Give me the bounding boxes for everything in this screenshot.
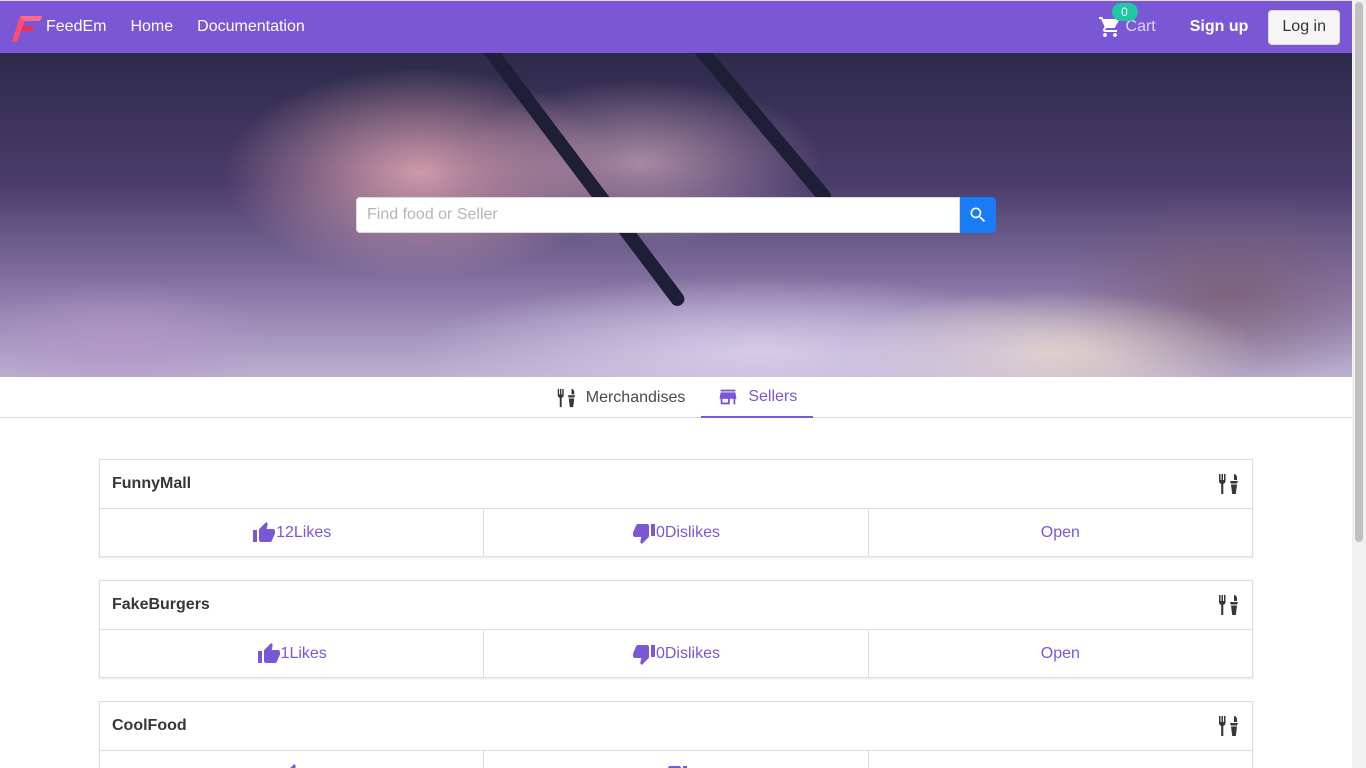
seller-card-footer: 12 Likes 0 Dislikes Open bbox=[100, 509, 1252, 557]
utensils-icon bbox=[1216, 472, 1240, 496]
signup-button[interactable]: Sign up bbox=[1190, 18, 1249, 36]
open-seller-button[interactable]: Open bbox=[869, 509, 1252, 557]
brand-name[interactable]: FeedEm bbox=[46, 18, 106, 36]
thumbs-up-icon bbox=[289, 764, 296, 768]
seller-card: FunnyMall 12 Likes 0 Dislikes Open bbox=[99, 459, 1253, 557]
like-button[interactable]: 1 Likes bbox=[100, 630, 485, 678]
top-navbar: FeedEm Home Documentation 0 Cart Sign up… bbox=[0, 0, 1352, 53]
brand[interactable]: FeedEm bbox=[12, 1, 106, 53]
seller-card-footer: 1 Likes 0 Dislikes Open bbox=[100, 630, 1252, 678]
category-tabs: Merchandises Sellers bbox=[0, 377, 1352, 418]
utensils-icon bbox=[1216, 593, 1240, 617]
like-button[interactable] bbox=[100, 751, 485, 768]
tab-merchandises-label: Merchandises bbox=[585, 388, 686, 406]
brand-logo-icon bbox=[12, 16, 42, 42]
dislike-button[interactable]: 0 Dislikes bbox=[484, 509, 869, 557]
dislikes-label: Dislikes bbox=[664, 645, 720, 662]
cart-count-badge: 0 bbox=[1111, 3, 1138, 21]
chopstick-left bbox=[471, 53, 688, 309]
dislike-count: 0 bbox=[655, 645, 665, 662]
seller-card-header: FakeBurgers bbox=[100, 581, 1252, 630]
open-seller-button[interactable]: Open bbox=[869, 630, 1252, 678]
chopstick-right bbox=[681, 53, 834, 207]
seller-name: CoolFood bbox=[112, 717, 187, 734]
likes-label: Likes bbox=[289, 645, 327, 662]
tab-merchandises[interactable]: Merchandises bbox=[539, 377, 702, 418]
scrollbar-thumb[interactable] bbox=[1355, 2, 1363, 542]
nav-home-link[interactable]: Home bbox=[130, 18, 173, 36]
like-button[interactable]: 12 Likes bbox=[100, 509, 485, 557]
utensils-icon bbox=[1216, 714, 1240, 738]
hero-banner bbox=[0, 53, 1352, 377]
cart-button[interactable]: 0 Cart bbox=[1098, 3, 1156, 39]
search-bar bbox=[356, 197, 996, 233]
seller-card: CoolFood bbox=[99, 701, 1253, 768]
seller-card-footer bbox=[100, 751, 1252, 768]
login-button[interactable]: Log in bbox=[1268, 9, 1340, 45]
dislike-button[interactable]: 0 Dislikes bbox=[484, 630, 869, 678]
search-icon bbox=[970, 207, 986, 223]
search-button[interactable] bbox=[960, 197, 996, 233]
open-seller-button[interactable] bbox=[869, 751, 1252, 768]
thumbs-up-icon bbox=[253, 522, 276, 542]
like-count: 1 bbox=[280, 645, 290, 662]
utensils-icon bbox=[557, 388, 575, 407]
seller-card-header: FunnyMall bbox=[100, 460, 1252, 509]
dislikes-label: Dislikes bbox=[664, 524, 720, 541]
likes-label: Likes bbox=[293, 524, 332, 541]
dislike-button[interactable] bbox=[484, 751, 869, 768]
seller-name: FunnyMall bbox=[112, 475, 192, 492]
tab-sellers-label: Sellers bbox=[748, 387, 798, 405]
store-icon bbox=[720, 389, 737, 404]
dislike-count: 0 bbox=[655, 524, 665, 541]
thumbs-down-icon bbox=[632, 645, 655, 665]
seller-name: FakeBurgers bbox=[112, 596, 210, 613]
page-scrollbar[interactable] bbox=[1352, 0, 1366, 768]
search-input[interactable] bbox=[356, 197, 960, 233]
thumbs-down-icon bbox=[667, 766, 687, 768]
thumbs-down-icon bbox=[632, 524, 655, 544]
seller-card: FakeBurgers 1 Likes 0 Dislikes Open bbox=[99, 580, 1253, 678]
seller-card-header: CoolFood bbox=[100, 702, 1252, 751]
like-count: 12 bbox=[276, 524, 294, 541]
nav-documentation-link[interactable]: Documentation bbox=[197, 18, 305, 36]
tab-sellers[interactable]: Sellers bbox=[701, 377, 814, 418]
thumbs-up-icon bbox=[257, 643, 280, 663]
